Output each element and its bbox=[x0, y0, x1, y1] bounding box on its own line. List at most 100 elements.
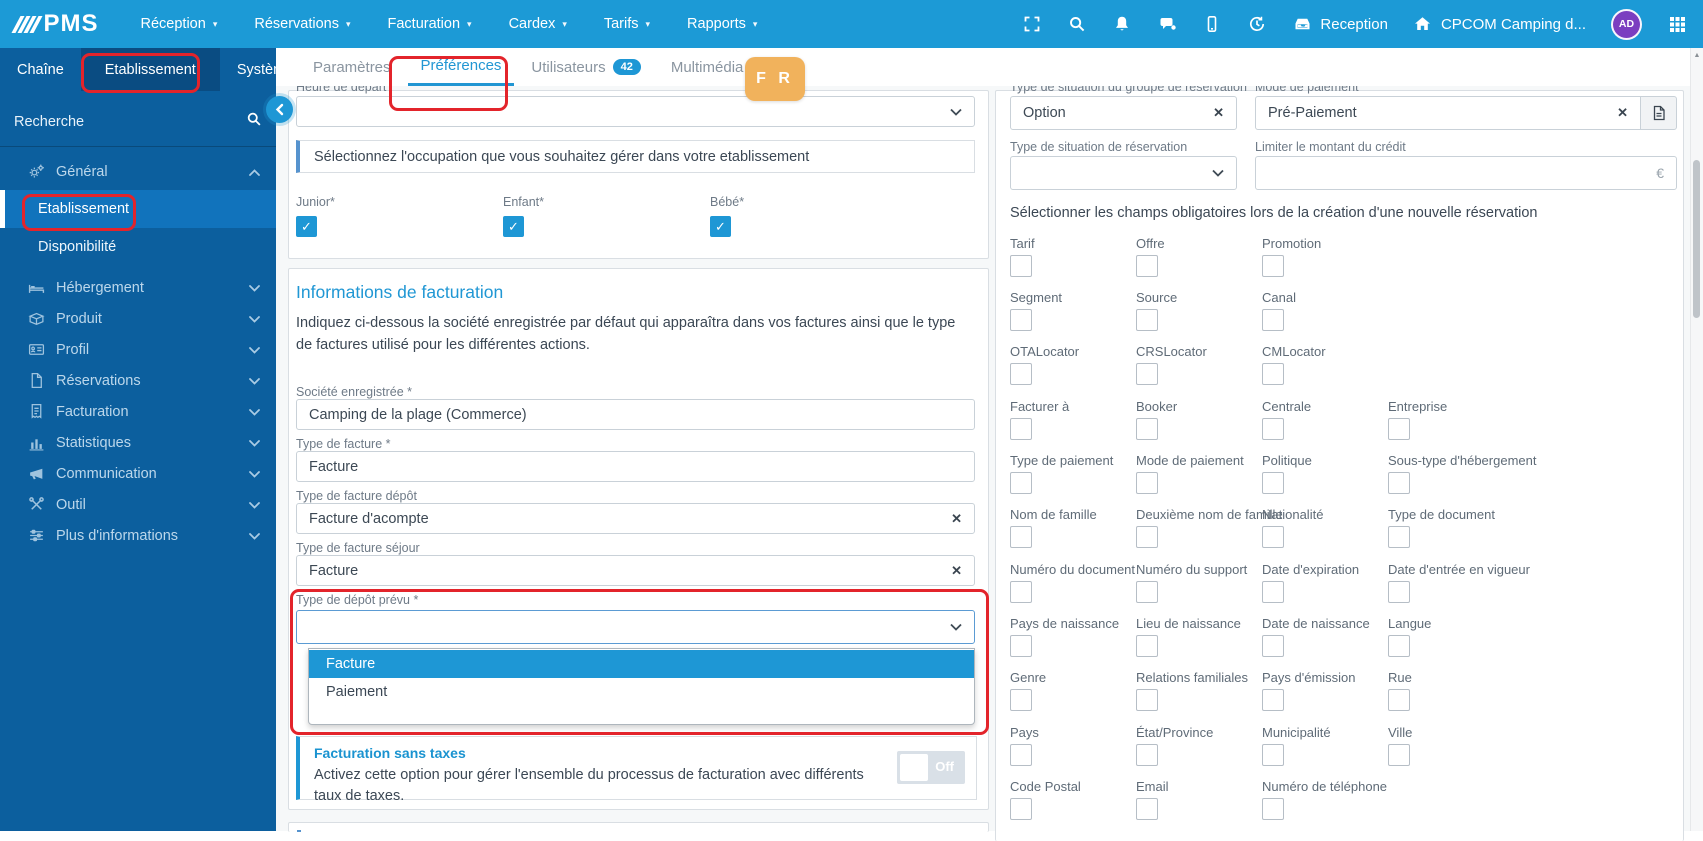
field-type-de-facture-sejour[interactable]: Facture ✕ bbox=[296, 555, 975, 586]
sidebar-item-general[interactable]: Général bbox=[0, 156, 276, 187]
credit-limit-field[interactable]: € bbox=[1255, 156, 1677, 190]
required-field-checkbox-centrale[interactable] bbox=[1262, 418, 1284, 440]
sidebar-item-reservations[interactable]: Réservations bbox=[0, 365, 276, 396]
required-field-checkbox-relations-familiales[interactable] bbox=[1136, 689, 1158, 711]
history-icon[interactable] bbox=[1247, 14, 1267, 34]
clear-icon[interactable]: ✕ bbox=[951, 511, 962, 527]
required-field-checkbox-entreprise[interactable] bbox=[1388, 418, 1410, 440]
tab-preferences[interactable]: Préférences bbox=[407, 48, 515, 86]
avatar[interactable]: AD bbox=[1611, 8, 1642, 40]
required-field-checkbox-booker[interactable] bbox=[1136, 418, 1158, 440]
sidebar-item-etablissement[interactable]: Etablissement bbox=[0, 190, 276, 228]
search-input[interactable] bbox=[12, 108, 236, 136]
vertical-scrollbar[interactable]: ▲ bbox=[1690, 48, 1703, 831]
required-field-checkbox-date-de-naissance[interactable] bbox=[1262, 635, 1284, 657]
bell-icon[interactable] bbox=[1112, 14, 1132, 34]
required-field-checkbox-otalocator[interactable] bbox=[1010, 363, 1032, 385]
reception-shortcut[interactable]: Reception bbox=[1292, 14, 1388, 34]
group-status-field[interactable]: Option ✕ bbox=[1010, 96, 1237, 130]
required-field-checkbox-politique[interactable] bbox=[1262, 472, 1284, 494]
clear-icon[interactable]: ✕ bbox=[951, 563, 962, 579]
required-field-checkbox-cmlocator[interactable] bbox=[1262, 363, 1284, 385]
sidebar-item-produit[interactable]: Produit bbox=[0, 303, 276, 334]
scrollbar-thumb[interactable] bbox=[1693, 160, 1700, 318]
app-logo[interactable]: PMS bbox=[11, 10, 99, 38]
required-field-checkbox-source[interactable] bbox=[1136, 309, 1158, 331]
required-field-checkbox-deuxieme-nom-de-famille[interactable] bbox=[1136, 526, 1158, 548]
topbar-menu-reservations[interactable]: Réservations ▾ bbox=[254, 16, 350, 32]
sidebar-item-communication[interactable]: Communication bbox=[0, 458, 276, 489]
required-field-checkbox-date-d-expiration[interactable] bbox=[1262, 581, 1284, 603]
reservation-status-select[interactable] bbox=[1010, 156, 1237, 190]
required-field-checkbox-numero-du-support[interactable] bbox=[1136, 581, 1158, 603]
checkbox-junior[interactable]: ✓ bbox=[296, 216, 317, 237]
required-field-checkbox-facturer-a[interactable] bbox=[1010, 418, 1032, 440]
sidebar-item-profil[interactable]: Profil bbox=[0, 334, 276, 365]
clear-icon[interactable]: ✕ bbox=[1213, 105, 1224, 121]
required-field-checkbox-canal[interactable] bbox=[1262, 309, 1284, 331]
required-field-checkbox-rue[interactable] bbox=[1388, 689, 1410, 711]
scrollbar-up-arrow[interactable]: ▲ bbox=[1693, 52, 1701, 60]
subnav-systeme[interactable]: Système bbox=[220, 48, 310, 91]
sidebar-item-facturation[interactable]: Facturation bbox=[0, 396, 276, 427]
required-field-checkbox-nom-de-famille[interactable] bbox=[1010, 526, 1032, 548]
apps-grid-icon[interactable] bbox=[1667, 14, 1687, 34]
required-field-checkbox-code-postal[interactable] bbox=[1010, 798, 1032, 820]
required-field-checkbox-segment[interactable] bbox=[1010, 309, 1032, 331]
departure-select[interactable] bbox=[296, 96, 975, 127]
checkbox-bebe[interactable]: ✓ bbox=[710, 216, 731, 237]
required-field-checkbox-numero-de-telephone[interactable] bbox=[1262, 798, 1284, 820]
sidebar-item-statistiques[interactable]: Statistiques bbox=[0, 427, 276, 458]
field-type-de-facture[interactable]: Facture bbox=[296, 451, 975, 482]
required-field-checkbox-date-d-entree-en-vigueur[interactable] bbox=[1388, 581, 1410, 603]
required-field-checkbox-type-de-paiement[interactable] bbox=[1010, 472, 1032, 494]
dropdown-option-facture[interactable]: Facture bbox=[309, 650, 974, 678]
sidebar-item-hebergement[interactable]: Hébergement bbox=[0, 272, 276, 303]
required-field-checkbox-genre[interactable] bbox=[1010, 689, 1032, 711]
topbar-menu-cardex[interactable]: Cardex ▾ bbox=[509, 16, 567, 32]
required-field-checkbox-tarif[interactable] bbox=[1010, 255, 1032, 277]
property-selector[interactable]: CPCOM Camping d... bbox=[1413, 14, 1586, 34]
required-field-checkbox-crslocator[interactable] bbox=[1136, 363, 1158, 385]
tax-free-toggle[interactable]: Off bbox=[897, 751, 965, 784]
topbar-menu-reception[interactable]: Réception ▾ bbox=[141, 16, 218, 32]
topbar-menu-rapports[interactable]: Rapports ▾ bbox=[687, 16, 757, 32]
clear-icon[interactable]: ✕ bbox=[1617, 105, 1628, 121]
required-field-checkbox-langue[interactable] bbox=[1388, 635, 1410, 657]
fullscreen-icon[interactable] bbox=[1022, 14, 1042, 34]
language-button[interactable]: F R bbox=[745, 57, 805, 101]
topbar-menu-facturation[interactable]: Facturation ▾ bbox=[388, 16, 472, 32]
mobile-icon[interactable] bbox=[1202, 14, 1222, 34]
required-field-checkbox-numero-du-document[interactable] bbox=[1010, 581, 1032, 603]
required-field-checkbox-promotion[interactable] bbox=[1262, 255, 1284, 277]
chat-icon[interactable] bbox=[1157, 14, 1177, 34]
deposit-type-select[interactable] bbox=[296, 610, 975, 644]
required-field-checkbox-type-de-document[interactable] bbox=[1388, 526, 1410, 548]
required-field-checkbox-municipalite[interactable] bbox=[1262, 744, 1284, 766]
tab-utilisateurs[interactable]: Utilisateurs 42 bbox=[531, 48, 641, 86]
required-field-checkbox-etat-province[interactable] bbox=[1136, 744, 1158, 766]
sidebar-collapse-button[interactable] bbox=[266, 96, 293, 123]
required-field-checkbox-pays[interactable] bbox=[1010, 744, 1032, 766]
required-field-checkbox-mode-de-paiement[interactable] bbox=[1136, 472, 1158, 494]
sidebar-item-disponibilite[interactable]: Disponibilité bbox=[0, 230, 276, 264]
field-societe-enregistree[interactable]: Camping de la plage (Commerce) bbox=[296, 399, 975, 430]
search-icon[interactable] bbox=[246, 111, 262, 132]
payment-mode-field[interactable]: Pré-Paiement ✕ bbox=[1255, 96, 1641, 130]
search-icon[interactable] bbox=[1067, 14, 1087, 34]
required-field-checkbox-pays-de-naissance[interactable] bbox=[1010, 635, 1032, 657]
required-field-checkbox-ville[interactable] bbox=[1388, 744, 1410, 766]
sidebar-item-outil[interactable]: Outil bbox=[0, 489, 276, 520]
payment-mode-doc-button[interactable] bbox=[1640, 96, 1677, 130]
required-field-checkbox-email[interactable] bbox=[1136, 798, 1158, 820]
topbar-menu-tarifs[interactable]: Tarifs ▾ bbox=[604, 16, 650, 32]
checkbox-enfant[interactable]: ✓ bbox=[503, 216, 524, 237]
tab-parametres[interactable]: Paramètres bbox=[313, 48, 391, 86]
subnav-etablissement[interactable]: Etablissement bbox=[80, 48, 220, 91]
required-field-checkbox-lieu-de-naissance[interactable] bbox=[1136, 635, 1158, 657]
sidebar-item-plus-d-informations[interactable]: Plus d'informations bbox=[0, 520, 276, 551]
dropdown-option-paiement[interactable]: Paiement bbox=[309, 678, 974, 706]
required-field-checkbox-pays-d-emission[interactable] bbox=[1262, 689, 1284, 711]
sidebar-search[interactable] bbox=[0, 96, 276, 147]
required-field-checkbox-sous-type-d-hebergement[interactable] bbox=[1388, 472, 1410, 494]
